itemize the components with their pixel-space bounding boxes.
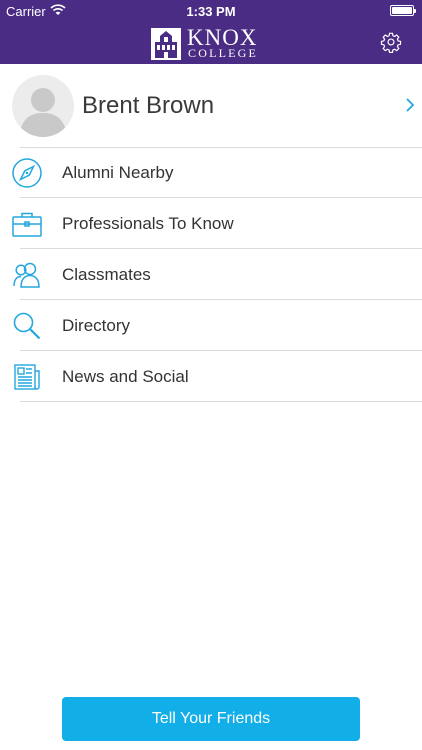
menu-item-label: News and Social bbox=[62, 367, 189, 386]
person-silhouette-icon bbox=[19, 88, 67, 137]
magnifier-icon bbox=[13, 312, 41, 340]
people-icon bbox=[13, 262, 40, 288]
briefcase-icon bbox=[12, 212, 42, 237]
compass-icon bbox=[12, 158, 42, 188]
avatar bbox=[12, 75, 74, 137]
menu-item-label: Classmates bbox=[62, 265, 151, 284]
clock: 1:33 PM bbox=[186, 4, 236, 19]
menu-item-news-and-social[interactable]: News and Social bbox=[0, 351, 422, 402]
menu-item-professionals-to-know[interactable]: Professionals To Know bbox=[0, 198, 422, 249]
battery-icon bbox=[390, 5, 416, 16]
menu-item-directory[interactable]: Directory bbox=[0, 300, 422, 351]
menu-item-classmates[interactable]: Classmates bbox=[0, 249, 422, 300]
status-bar: Carrier 1:33 PM bbox=[0, 0, 422, 22]
profile-name: Brent Brown bbox=[82, 92, 215, 119]
menu-item-label: Directory bbox=[62, 316, 131, 335]
tell-your-friends-button[interactable]: Tell Your Friends bbox=[62, 697, 360, 741]
newspaper-icon bbox=[14, 364, 40, 390]
knox-college-logo: KNOX COLLEGE bbox=[151, 26, 281, 61]
menu-item-label: Professionals To Know bbox=[62, 214, 234, 233]
divider bbox=[20, 401, 422, 402]
settings-gear-icon[interactable] bbox=[380, 31, 402, 53]
logo-subtitle: COLLEGE bbox=[188, 46, 259, 60]
college-building-icon bbox=[151, 28, 181, 60]
top-bar: Carrier 1:33 PM KNOX COLLEGE bbox=[0, 0, 422, 64]
menu-item-alumni-nearby[interactable]: Alumni Nearby bbox=[0, 147, 422, 198]
chevron-right-icon bbox=[406, 98, 414, 112]
profile-row[interactable]: Brent Brown bbox=[0, 64, 422, 147]
menu-item-label: Alumni Nearby bbox=[62, 163, 174, 182]
